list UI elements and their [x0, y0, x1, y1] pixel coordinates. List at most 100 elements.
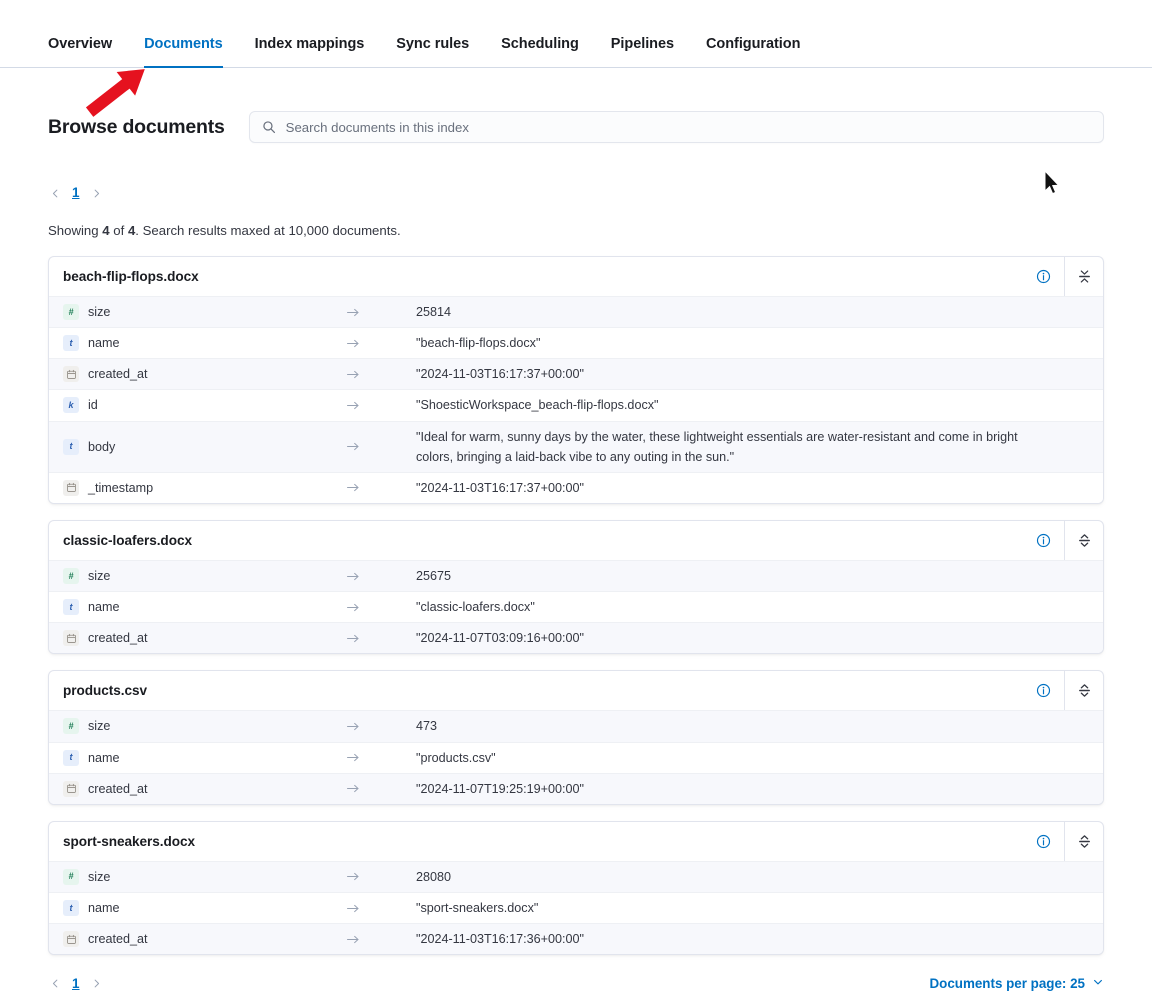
field-name: size — [88, 569, 110, 583]
number-type-icon: # — [63, 568, 79, 584]
summary-middle: of — [110, 223, 128, 238]
arrow-right-icon — [346, 368, 416, 381]
field-key-cell: tname — [49, 599, 346, 615]
document-field-row: created_at"2024-11-03T16:17:36+00:00" — [49, 923, 1103, 954]
documents-per-page-selector[interactable]: Documents per page: 25 — [929, 976, 1104, 991]
field-name: name — [88, 901, 120, 915]
arrow-right-icon — [346, 570, 416, 583]
document-card-header: classic-loafers.docx — [49, 521, 1103, 560]
search-box[interactable] — [249, 111, 1104, 143]
text-type-icon: t — [63, 750, 79, 766]
arrow-right-icon — [346, 337, 416, 350]
document-field-row: tname"products.csv" — [49, 742, 1103, 773]
page-title: Browse documents — [48, 116, 225, 139]
document-title: sport-sneakers.docx — [63, 834, 1022, 849]
tab-sync-rules[interactable]: Sync rules — [396, 36, 469, 68]
tab-configuration[interactable]: Configuration — [706, 36, 800, 68]
field-value: 25675 — [416, 561, 1103, 591]
date-type-icon — [63, 480, 79, 496]
tab-pipelines[interactable]: Pipelines — [611, 36, 674, 68]
text-type-icon: t — [63, 439, 79, 455]
document-field-row: # size 25675 — [49, 560, 1103, 591]
search-input[interactable] — [286, 120, 1091, 135]
arrow-right-icon — [346, 782, 416, 795]
field-key-cell: created_at — [49, 366, 346, 382]
document-list: beach-flip-flops.docx#size25814tname"bea… — [0, 256, 1152, 955]
document-field-row: created_at "2024-11-03T16:17:37+00:00" — [49, 358, 1103, 389]
arrow-right-icon — [346, 902, 416, 915]
field-value: "classic-loafers.docx" — [416, 592, 1103, 622]
expand-icon[interactable] — [1065, 671, 1103, 710]
pagination-prev-button[interactable] — [48, 186, 62, 200]
document-card: products.csv#size473tname"products.csv"c… — [48, 670, 1104, 804]
document-title: beach-flip-flops.docx — [63, 269, 1022, 284]
field-name: created_at — [88, 782, 148, 796]
tab-overview[interactable]: Overview — [48, 36, 112, 68]
info-circle-icon[interactable] — [1022, 822, 1064, 861]
document-field-row: #size473 — [49, 710, 1103, 741]
field-key-cell: # size — [49, 568, 346, 584]
search-icon — [262, 120, 276, 134]
pagination-bottom-prev-button[interactable] — [48, 976, 62, 990]
arrow-right-icon — [346, 720, 416, 733]
arrow-right-icon — [346, 306, 416, 319]
document-card: sport-sneakers.docx # size 28080 tname "sport… — [48, 821, 1104, 955]
text-type-icon: t — [63, 335, 79, 351]
documents-per-page-label: Documents per page: 25 — [929, 976, 1085, 991]
field-name: _timestamp — [88, 481, 153, 495]
pagination-bottom: 1 — [48, 971, 104, 995]
field-key-cell: created_at — [49, 630, 346, 646]
document-card-header: products.csv — [49, 671, 1103, 710]
document-field-row: created_at "2024-11-07T19:25:19+00:00" — [49, 773, 1103, 804]
document-field-row: #size 25814 — [49, 296, 1103, 327]
field-key-cell: tname — [49, 900, 346, 916]
text-type-icon: t — [63, 900, 79, 916]
results-summary: Showing 4 of 4. Search results maxed at … — [0, 223, 1152, 238]
field-value: "2024-11-03T16:17:36+00:00" — [416, 924, 1103, 954]
field-name: created_at — [88, 367, 148, 381]
field-key-cell: created_at — [49, 781, 346, 797]
document-title: classic-loafers.docx — [63, 533, 1022, 548]
browse-header: Browse documents — [0, 111, 1152, 143]
document-field-row: _timestamp"2024-11-03T16:17:37+00:00" — [49, 472, 1103, 503]
number-type-icon: # — [63, 869, 79, 885]
tab-scheduling[interactable]: Scheduling — [501, 36, 579, 68]
info-circle-icon[interactable] — [1022, 671, 1064, 710]
date-type-icon — [63, 630, 79, 646]
document-field-row: tname "classic-loafers.docx" — [49, 591, 1103, 622]
tab-index-mappings[interactable]: Index mappings — [255, 36, 365, 68]
field-value: 25814 — [416, 297, 1103, 327]
field-value: "sport-sneakers.docx" — [416, 893, 1103, 923]
field-name: size — [88, 719, 110, 733]
field-name: size — [88, 870, 110, 884]
info-circle-icon[interactable] — [1022, 257, 1064, 296]
field-key-cell: #size — [49, 304, 346, 320]
table-footer: 1 Documents per page: 25 — [0, 971, 1152, 995]
pagination-page-1[interactable]: 1 — [72, 186, 80, 200]
collapse-icon[interactable] — [1065, 257, 1103, 296]
tab-documents[interactable]: Documents — [144, 36, 223, 68]
field-name: name — [88, 336, 120, 350]
text-type-icon: t — [63, 599, 79, 615]
field-name: id — [88, 398, 98, 412]
document-card-actions — [1022, 257, 1103, 296]
field-name: created_at — [88, 631, 148, 645]
field-key-cell: tname — [49, 750, 346, 766]
document-card-actions — [1022, 822, 1103, 861]
document-card-header: beach-flip-flops.docx — [49, 257, 1103, 296]
field-value: "2024-11-03T16:17:37+00:00" — [416, 359, 1103, 389]
expand-icon[interactable] — [1065, 521, 1103, 560]
expand-icon[interactable] — [1065, 822, 1103, 861]
pagination-bottom-next-button[interactable] — [90, 976, 104, 990]
arrow-right-icon — [346, 440, 416, 453]
arrow-right-icon — [346, 481, 416, 494]
field-value: 28080 — [416, 862, 1103, 892]
info-circle-icon[interactable] — [1022, 521, 1064, 560]
field-value: "2024-11-07T19:25:19+00:00" — [416, 774, 1103, 804]
document-field-row: tname "sport-sneakers.docx" — [49, 892, 1103, 923]
date-type-icon — [63, 366, 79, 382]
pagination-next-button[interactable] — [90, 186, 104, 200]
field-key-cell: # size — [49, 869, 346, 885]
keyword-type-icon: k — [63, 397, 79, 413]
pagination-bottom-page-1[interactable]: 1 — [72, 977, 80, 991]
